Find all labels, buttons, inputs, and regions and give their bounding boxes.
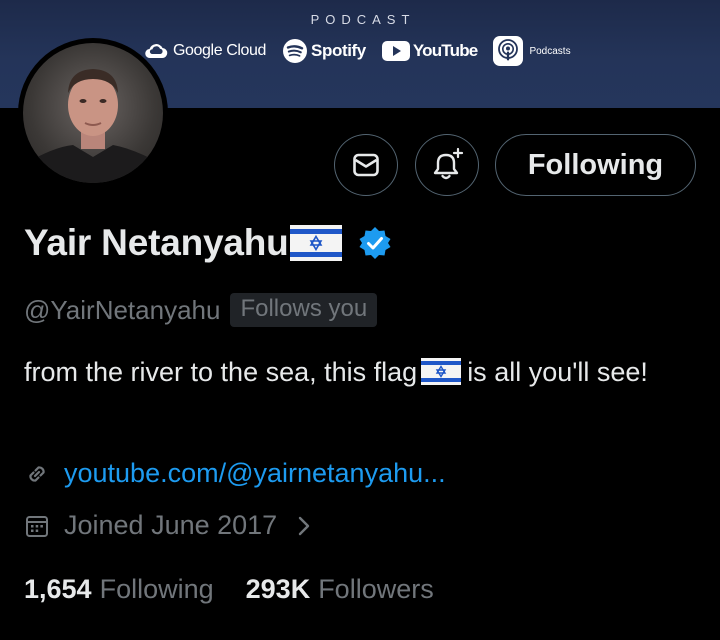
calendar-icon — [26, 515, 48, 537]
display-name: Yair Netanyahu — [24, 222, 289, 263]
link-icon — [29, 465, 45, 482]
joined-date: Joined June 2017 — [64, 510, 278, 540]
israel-flag-icon — [421, 358, 462, 386]
sponsor-logos: Google Cloud Spotify YouTube Podcasts — [144, 36, 587, 66]
bell-plus-icon — [433, 147, 464, 180]
podcasts-label: Podcasts — [529, 45, 571, 57]
following-button[interactable]: Following — [495, 134, 696, 196]
verified-badge-icon[interactable] — [358, 226, 392, 260]
message-button[interactable] — [334, 134, 398, 196]
follows-you-badge: Follows you — [230, 293, 378, 327]
profile-link-row: youtube.com/@yairnetanyahu... — [24, 458, 446, 489]
following-label: Following — [99, 574, 214, 604]
notify-button[interactable] — [415, 134, 479, 196]
followers-count: 293K — [245, 574, 311, 604]
envelope-icon — [353, 153, 379, 177]
profile-link[interactable]: youtube.com/@yairnetanyahu... — [64, 458, 446, 489]
avatar-photo — [23, 43, 163, 183]
spotify-logo: Spotify — [282, 38, 366, 64]
bio-text-start: from the river to the sea, this flag — [24, 357, 418, 387]
following-stat[interactable]: 1,654 Following — [24, 574, 214, 605]
google-cloud-logo: Google Cloud — [144, 42, 266, 60]
cloud-icon — [145, 44, 168, 59]
podcasts-icon — [493, 36, 524, 66]
youtube-label: YouTube — [412, 41, 478, 60]
chevron-right-icon — [298, 516, 310, 535]
handle-row: @YairNetanyahu Follows you — [24, 293, 378, 327]
display-name-row: Yair Netanyahu — [24, 222, 392, 264]
follow-stats: 1,654 Following 293K Followers — [24, 574, 434, 605]
apple-podcasts-logo: Podcasts — [493, 36, 571, 66]
following-count: 1,654 — [24, 574, 92, 604]
avatar-portrait — [23, 69, 163, 183]
bio-text-end: is all you'll see! — [467, 357, 648, 387]
followers-stat[interactable]: 293K Followers — [246, 574, 434, 605]
youtube-logo: YouTube — [381, 41, 478, 61]
banner-title: PODCAST — [310, 12, 416, 27]
google-cloud-label: Google Cloud — [173, 42, 267, 59]
israel-flag-icon — [289, 225, 342, 261]
avatar[interactable] — [18, 38, 168, 188]
joined-row[interactable]: Joined June 2017 — [24, 510, 311, 541]
profile-bio: from the river to the sea, this flag is … — [24, 352, 704, 392]
user-handle: @YairNetanyahu — [24, 294, 221, 325]
followers-label: Followers — [318, 574, 434, 604]
spotify-label: Spotify — [311, 41, 366, 60]
youtube-play-icon — [381, 41, 410, 61]
spotify-icon — [283, 39, 308, 63]
